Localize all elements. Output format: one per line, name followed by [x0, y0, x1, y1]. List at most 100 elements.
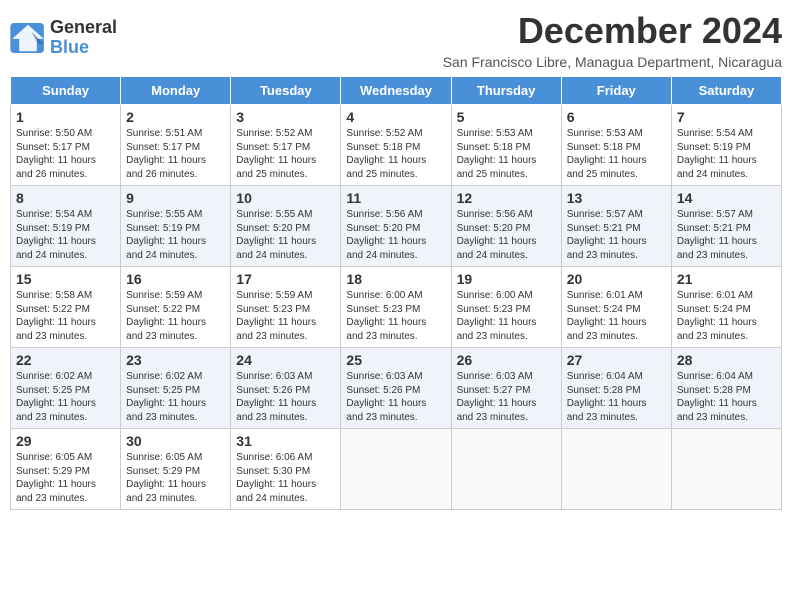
calendar-week-row: 22 Sunrise: 6:02 AM Sunset: 5:25 PM Dayli… [11, 348, 782, 429]
calendar-cell [341, 429, 451, 510]
calendar-week-row: 29Sunrise: 6:05 AM Sunset: 5:29 PM Dayli… [11, 429, 782, 510]
day-number: 8 [16, 190, 115, 206]
calendar-cell: 18Sunrise: 6:00 AM Sunset: 5:23 PM Dayli… [341, 267, 451, 348]
day-info: Sunrise: 5:55 AM Sunset: 5:20 PM Dayligh… [236, 208, 335, 262]
day-number: 7 [677, 109, 776, 125]
day-info: Sunrise: 5:58 AM Sunset: 5:22 PM Dayligh… [16, 289, 115, 343]
day-number: 21 [677, 271, 776, 287]
day-info: Sunrise: 5:59 AM Sunset: 5:22 PM Dayligh… [126, 289, 225, 343]
day-number: 23 [126, 352, 225, 368]
day-info: Sunrise: 5:52 AM Sunset: 5:18 PM Dayligh… [346, 127, 445, 181]
day-number: 5 [457, 109, 556, 125]
day-info: Sunrise: 5:56 AM Sunset: 5:20 PM Dayligh… [457, 208, 556, 262]
day-number: 14 [677, 190, 776, 206]
calendar-cell: 8Sunrise: 5:54 AM Sunset: 5:19 PM Daylig… [11, 186, 121, 267]
logo-text: GeneralBlue [50, 18, 117, 58]
calendar-cell: 21 Sunrise: 6:01 AM Sunset: 5:24 PM Dayli… [671, 267, 781, 348]
day-info: Sunrise: 6:00 AM Sunset: 5:23 PM Dayligh… [457, 289, 556, 343]
day-info: Sunrise: 5:55 AM Sunset: 5:19 PM Dayligh… [126, 208, 225, 262]
day-info: Sunrise: 5:51 AM Sunset: 5:17 PM Dayligh… [126, 127, 225, 181]
day-info: Sunrise: 6:03 AM Sunset: 5:27 PM Dayligh… [457, 370, 556, 424]
day-info: Sunrise: 5:52 AM Sunset: 5:17 PM Dayligh… [236, 127, 335, 181]
day-number: 16 [126, 271, 225, 287]
calendar-cell: 7 Sunrise: 5:54 AM Sunset: 5:19 PM Daylig… [671, 105, 781, 186]
calendar-cell: 24 Sunrise: 6:03 AM Sunset: 5:26 PM Dayli… [231, 348, 341, 429]
day-number: 1 [16, 109, 115, 125]
day-number: 31 [236, 433, 335, 449]
day-number: 18 [346, 271, 445, 287]
day-info: Sunrise: 6:01 AM Sunset: 5:24 PM Dayligh… [567, 289, 666, 343]
day-number: 2 [126, 109, 225, 125]
calendar-cell: 4Sunrise: 5:52 AM Sunset: 5:18 PM Daylig… [341, 105, 451, 186]
day-number: 30 [126, 433, 225, 449]
logo-icon [10, 23, 46, 53]
calendar-cell: 25Sunrise: 6:03 AM Sunset: 5:26 PM Dayli… [341, 348, 451, 429]
weekday-header-row: SundayMondayTuesdayWednesdayThursdayFrid… [11, 77, 782, 105]
day-number: 12 [457, 190, 556, 206]
day-number: 25 [346, 352, 445, 368]
month-title: December 2024 [443, 10, 782, 52]
calendar-cell: 27 Sunrise: 6:04 AM Sunset: 5:28 PM Dayli… [561, 348, 671, 429]
day-info: Sunrise: 6:02 AM Sunset: 5:25 PM Dayligh… [16, 370, 115, 424]
day-info: Sunrise: 6:05 AM Sunset: 5:29 PM Dayligh… [126, 451, 225, 505]
weekday-header-saturday: Saturday [671, 77, 781, 105]
calendar-cell: 29Sunrise: 6:05 AM Sunset: 5:29 PM Dayli… [11, 429, 121, 510]
day-info: Sunrise: 5:50 AM Sunset: 5:17 PM Dayligh… [16, 127, 115, 181]
title-area: December 2024 San Francisco Libre, Manag… [443, 10, 782, 70]
day-number: 6 [567, 109, 666, 125]
calendar-cell: 1 Sunrise: 5:50 AM Sunset: 5:17 PM Daylig… [11, 105, 121, 186]
calendar-week-row: 1 Sunrise: 5:50 AM Sunset: 5:17 PM Daylig… [11, 105, 782, 186]
calendar-cell: 17 Sunrise: 5:59 AM Sunset: 5:23 PM Dayli… [231, 267, 341, 348]
logo: GeneralBlue [10, 18, 117, 58]
calendar-cell: 14 Sunrise: 5:57 AM Sunset: 5:21 PM Dayli… [671, 186, 781, 267]
day-number: 22 [16, 352, 115, 368]
subtitle: San Francisco Libre, Managua Department,… [443, 54, 782, 70]
page-header: GeneralBlue December 2024 San Francisco … [10, 10, 782, 70]
weekday-header-monday: Monday [121, 77, 231, 105]
day-info: Sunrise: 5:59 AM Sunset: 5:23 PM Dayligh… [236, 289, 335, 343]
day-number: 11 [346, 190, 445, 206]
calendar-cell: 30 Sunrise: 6:05 AM Sunset: 5:29 PM Dayli… [121, 429, 231, 510]
calendar-cell: 6Sunrise: 5:53 AM Sunset: 5:18 PM Daylig… [561, 105, 671, 186]
calendar-cell: 11 Sunrise: 5:56 AM Sunset: 5:20 PM Dayli… [341, 186, 451, 267]
day-number: 9 [126, 190, 225, 206]
day-number: 24 [236, 352, 335, 368]
day-number: 26 [457, 352, 556, 368]
calendar-table: SundayMondayTuesdayWednesdayThursdayFrid… [10, 76, 782, 510]
calendar-cell: 12 Sunrise: 5:56 AM Sunset: 5:20 PM Dayli… [451, 186, 561, 267]
calendar-cell [561, 429, 671, 510]
day-number: 19 [457, 271, 556, 287]
calendar-cell: 19 Sunrise: 6:00 AM Sunset: 5:23 PM Dayli… [451, 267, 561, 348]
day-info: Sunrise: 6:04 AM Sunset: 5:28 PM Dayligh… [567, 370, 666, 424]
calendar-cell: 26 Sunrise: 6:03 AM Sunset: 5:27 PM Dayli… [451, 348, 561, 429]
day-info: Sunrise: 5:57 AM Sunset: 5:21 PM Dayligh… [677, 208, 776, 262]
day-number: 3 [236, 109, 335, 125]
calendar-cell: 2 Sunrise: 5:51 AM Sunset: 5:17 PM Daylig… [121, 105, 231, 186]
weekday-header-wednesday: Wednesday [341, 77, 451, 105]
calendar-week-row: 15Sunrise: 5:58 AM Sunset: 5:22 PM Dayli… [11, 267, 782, 348]
day-info: Sunrise: 6:03 AM Sunset: 5:26 PM Dayligh… [236, 370, 335, 424]
day-info: Sunrise: 6:01 AM Sunset: 5:24 PM Dayligh… [677, 289, 776, 343]
weekday-header-thursday: Thursday [451, 77, 561, 105]
day-number: 17 [236, 271, 335, 287]
calendar-cell: 9 Sunrise: 5:55 AM Sunset: 5:19 PM Daylig… [121, 186, 231, 267]
calendar-cell: 15Sunrise: 5:58 AM Sunset: 5:22 PM Dayli… [11, 267, 121, 348]
day-info: Sunrise: 6:06 AM Sunset: 5:30 PM Dayligh… [236, 451, 335, 505]
day-number: 10 [236, 190, 335, 206]
day-info: Sunrise: 5:57 AM Sunset: 5:21 PM Dayligh… [567, 208, 666, 262]
calendar-week-row: 8Sunrise: 5:54 AM Sunset: 5:19 PM Daylig… [11, 186, 782, 267]
day-info: Sunrise: 6:02 AM Sunset: 5:25 PM Dayligh… [126, 370, 225, 424]
calendar-cell: 22 Sunrise: 6:02 AM Sunset: 5:25 PM Dayli… [11, 348, 121, 429]
day-info: Sunrise: 5:54 AM Sunset: 5:19 PM Dayligh… [677, 127, 776, 181]
calendar-cell [671, 429, 781, 510]
day-info: Sunrise: 5:56 AM Sunset: 5:20 PM Dayligh… [346, 208, 445, 262]
day-info: Sunrise: 5:53 AM Sunset: 5:18 PM Dayligh… [457, 127, 556, 181]
weekday-header-tuesday: Tuesday [231, 77, 341, 105]
calendar-cell: 23 Sunrise: 6:02 AM Sunset: 5:25 PM Dayli… [121, 348, 231, 429]
day-number: 27 [567, 352, 666, 368]
calendar-cell: 31 Sunrise: 6:06 AM Sunset: 5:30 PM Dayli… [231, 429, 341, 510]
calendar-cell: 20Sunrise: 6:01 AM Sunset: 5:24 PM Dayli… [561, 267, 671, 348]
day-number: 28 [677, 352, 776, 368]
calendar-cell: 16 Sunrise: 5:59 AM Sunset: 5:22 PM Dayli… [121, 267, 231, 348]
day-info: Sunrise: 6:05 AM Sunset: 5:29 PM Dayligh… [16, 451, 115, 505]
